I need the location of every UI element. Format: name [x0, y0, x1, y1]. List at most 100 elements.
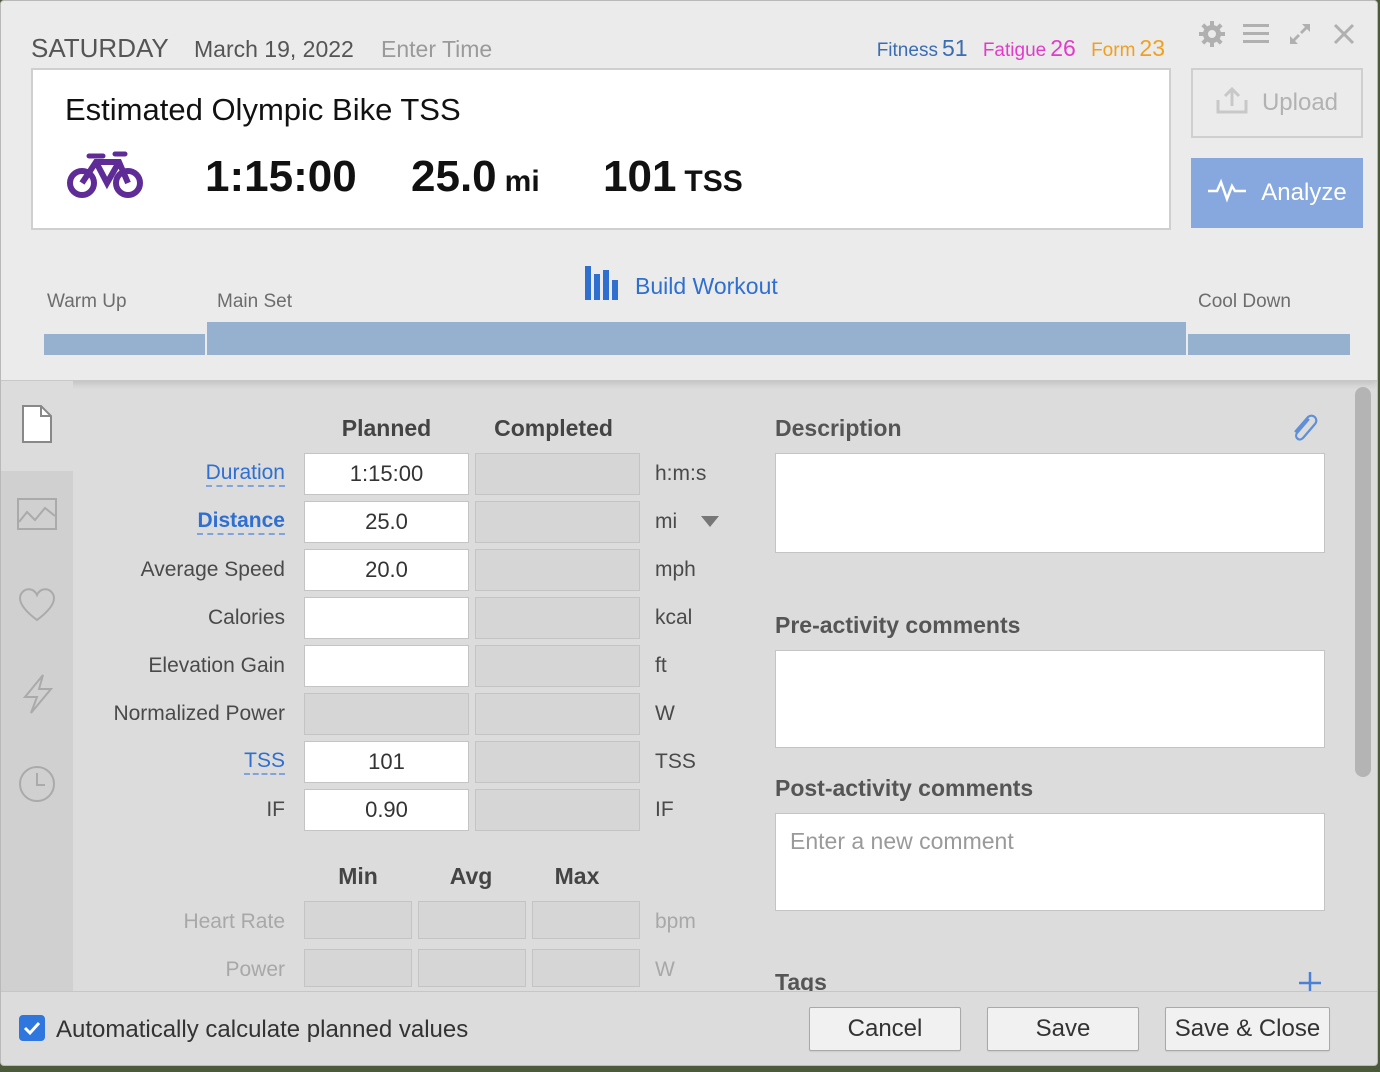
build-workout-link[interactable]: Build Workout: [585, 266, 778, 306]
planned-header: Planned: [341, 415, 432, 441]
form-label: Form: [1091, 40, 1136, 61]
day-name: SATURDAY: [31, 33, 169, 63]
elevation-gain-label: Elevation Gain: [148, 654, 285, 677]
document-icon: [21, 404, 53, 449]
average-speed-label: Average Speed: [140, 558, 285, 581]
pre-activity-comments-input[interactable]: [775, 650, 1325, 748]
comment-placeholder: Enter a new comment: [790, 828, 1014, 854]
sidebar: [1, 381, 73, 991]
graph-icon: [17, 497, 57, 535]
close-icon[interactable]: [1329, 19, 1359, 49]
paperclip-icon[interactable]: [1289, 411, 1319, 450]
bar-chart-icon: [585, 266, 625, 306]
calories-unit: kcal: [655, 606, 693, 629]
pre-activity-comments-title: Pre-activity comments: [775, 612, 1021, 638]
duration-label[interactable]: Duration: [205, 461, 285, 488]
elevation-gain-completed-input[interactable]: [475, 645, 640, 687]
save-button[interactable]: Save: [987, 1007, 1139, 1051]
calories-planned-input[interactable]: [304, 597, 469, 639]
normalized-power-completed-input[interactable]: [475, 693, 640, 735]
tab-power[interactable]: [1, 651, 73, 741]
calories-completed-input[interactable]: [475, 597, 640, 639]
workout-dialog: SATURDAY March 19, 2022 Enter Time Fitne…: [0, 0, 1378, 1066]
duration-unit: h:m:s: [655, 462, 707, 485]
normalized-power-label: Normalized Power: [113, 702, 285, 725]
duration-planned-input[interactable]: 1:15:00: [304, 453, 469, 495]
power-max-input: [532, 949, 640, 987]
bike-icon: [67, 150, 145, 205]
heart-icon: [17, 586, 57, 627]
auto-calculate-label[interactable]: Automatically calculate planned values: [56, 1016, 468, 1044]
tss-completed-input[interactable]: [475, 741, 640, 783]
if-planned-input[interactable]: 0.90: [304, 789, 469, 831]
warm-up-label: Warm Up: [47, 291, 127, 312]
analyze-button[interactable]: Analyze: [1191, 158, 1363, 228]
tss-stat: 101 TSS: [603, 152, 743, 202]
analyze-label: Analyze: [1261, 179, 1347, 206]
workout-summary: Estimated Olympic Bike TSS 1:15:00 25.0 m…: [31, 68, 1171, 230]
heart-rate-max-input: [532, 901, 640, 939]
tab-graph[interactable]: [1, 471, 73, 561]
main-set-segment[interactable]: [207, 322, 1186, 355]
distance-unit: mi: [504, 165, 540, 198]
cool-down-label: Cool Down: [1198, 291, 1291, 312]
if-unit: IF: [655, 798, 674, 821]
fitness-metrics: Fitness 51 Fatigue 26 Form 23: [867, 35, 1165, 62]
lightning-icon: [19, 673, 55, 719]
power-label: Power: [225, 958, 285, 981]
duration-completed-input[interactable]: [475, 453, 640, 495]
auto-calculate-checkbox[interactable]: [19, 1015, 45, 1041]
form-value: 23: [1139, 35, 1165, 61]
description-input[interactable]: [775, 453, 1325, 553]
distance-stat: 25.0 mi: [411, 152, 540, 202]
warm-up-segment[interactable]: [44, 334, 205, 355]
power-avg-input: [418, 949, 526, 987]
distance-value: 25.0: [411, 152, 497, 201]
average-speed-planned-input[interactable]: 20.0: [304, 549, 469, 591]
max-header: Max: [554, 863, 600, 889]
elevation-gain-planned-input[interactable]: [304, 645, 469, 687]
tss-planned-input[interactable]: 101: [304, 741, 469, 783]
tab-heart-rate[interactable]: [1, 561, 73, 651]
power-unit: W: [655, 958, 675, 981]
tss-unit-label: TSS: [655, 750, 696, 773]
scrollbar[interactable]: [1355, 387, 1371, 777]
checkmark-icon: [23, 1021, 41, 1036]
upload-button[interactable]: Upload: [1191, 68, 1363, 138]
menu-icon[interactable]: [1241, 19, 1271, 49]
average-speed-unit: mph: [655, 558, 696, 581]
power-min-input: [304, 949, 412, 987]
pulse-icon: [1207, 177, 1247, 210]
fatigue-label: Fatigue: [982, 40, 1047, 61]
average-speed-completed-input[interactable]: [475, 549, 640, 591]
gear-icon[interactable]: [1197, 19, 1227, 49]
heart-rate-label: Heart Rate: [183, 910, 285, 933]
tss-unit: TSS: [684, 165, 743, 198]
tab-time[interactable]: [1, 741, 73, 831]
completed-header: Completed: [494, 415, 613, 441]
expand-icon[interactable]: [1285, 19, 1315, 49]
cool-down-segment[interactable]: [1188, 334, 1350, 355]
workout-title[interactable]: Estimated Olympic Bike TSS: [65, 92, 461, 128]
elevation-gain-unit: ft: [655, 654, 667, 677]
if-completed-input[interactable]: [475, 789, 640, 831]
fatigue-value: 26: [1050, 35, 1076, 61]
distance-planned-input[interactable]: 25.0: [304, 501, 469, 543]
distance-completed-input[interactable]: [475, 501, 640, 543]
tss-label[interactable]: TSS: [244, 749, 285, 776]
save-close-button[interactable]: Save & Close: [1165, 1007, 1330, 1051]
min-header: Min: [338, 863, 378, 889]
workout-date[interactable]: March 19, 2022: [194, 36, 354, 63]
normalized-power-unit: W: [655, 702, 675, 725]
distance-unit-select[interactable]: mi: [655, 510, 720, 534]
fitness-label: Fitness: [876, 40, 938, 61]
header-icons: [1197, 19, 1359, 49]
enter-time-field[interactable]: Enter Time: [381, 36, 492, 63]
distance-label[interactable]: Distance: [197, 509, 285, 536]
tab-summary[interactable]: [1, 381, 73, 471]
chevron-down-icon: [701, 510, 720, 534]
post-activity-comments-input[interactable]: Enter a new comment: [775, 813, 1325, 911]
clock-icon: [17, 764, 57, 809]
cancel-button[interactable]: Cancel: [809, 1007, 961, 1051]
duration-stat: 1:15:00: [205, 152, 357, 201]
